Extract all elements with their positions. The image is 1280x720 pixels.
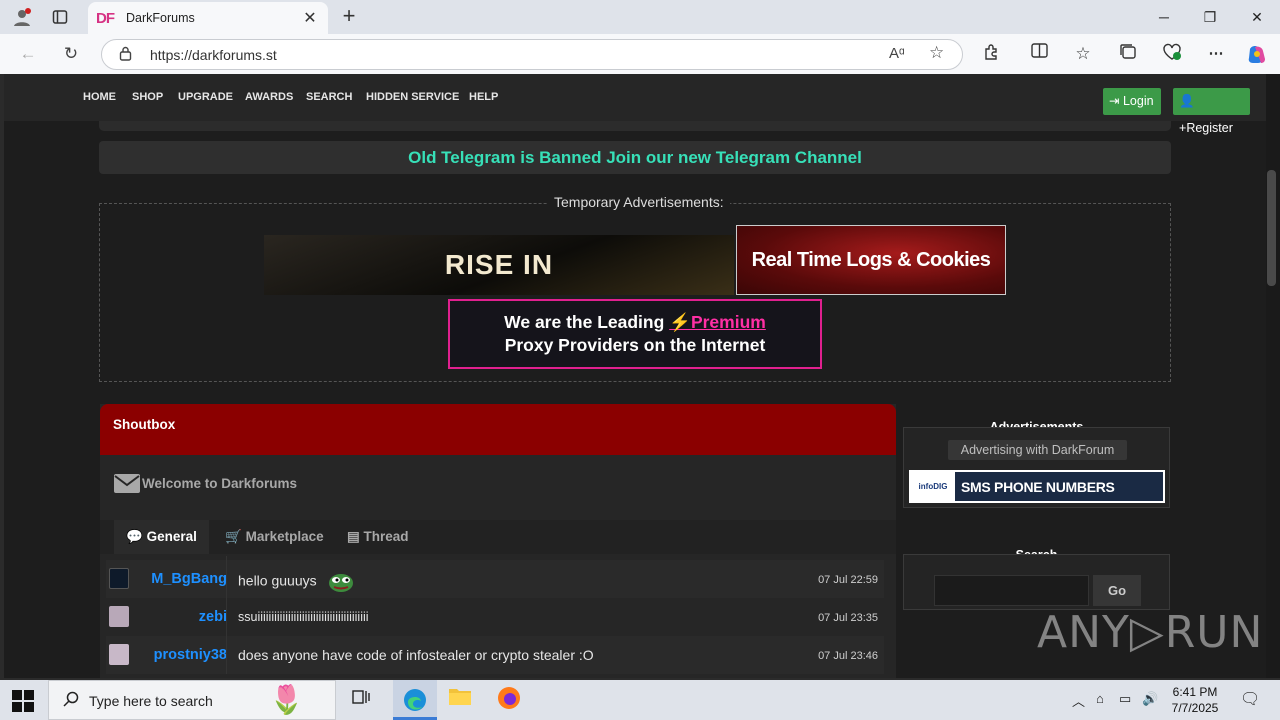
close-window-icon[interactable]: ✕ [1242,6,1272,28]
message-text: hello guuuys [238,571,355,593]
message-text: does anyone have code of infostealer or … [238,647,594,663]
page-scrollbar[interactable] [1266,74,1280,678]
refresh-icon[interactable]: ↻ [58,42,84,66]
tab-marketplace[interactable]: 🛒 Marketplace [213,520,336,554]
sidebar-ads: Advertising with DarkForum infoDIG SMS P… [903,427,1170,508]
notifications-icon[interactable]: 🗨 [1240,689,1260,709]
task-view-icon[interactable] [347,686,375,714]
sidebar-search: Go [903,554,1170,610]
tab-general[interactable]: 💬 General [114,520,209,554]
telegram-notice[interactable]: Old Telegram is Banned Join our new Tele… [99,141,1171,174]
avatar[interactable] [109,606,129,627]
announcement-strip [99,121,1171,131]
file-explorer-icon[interactable] [446,686,474,714]
close-tab-icon[interactable]: ✕ [300,8,320,28]
menu-awards[interactable]: AWARDS [245,91,293,103]
menu-upgrade[interactable]: UPGRADE [178,91,233,103]
favorite-star-icon[interactable]: ☆ [929,43,944,63]
menu-shop[interactable]: SHOP [132,91,163,103]
menu-help[interactable]: HELP [469,91,498,103]
shoutbox-tabs: 💬 General 🛒 Marketplace ▤ Thread [100,520,896,554]
message-username[interactable]: prostniy38 [154,647,227,663]
advertising-with-link[interactable]: Advertising with DarkForum [948,440,1127,460]
web-page: HOME SHOP UPGRADE AWARDS SEARCH HIDDEN S… [4,74,1266,678]
message-time: 07 Jul 23:46 [818,650,878,662]
ad-premium-proxy[interactable]: We are the Leading ⚡Premium Proxy Provid… [448,299,822,369]
cart-icon: 🛒 [225,529,242,544]
anyrun-watermark: ANY▷RUN [1037,607,1264,658]
copilot-icon[interactable] [1245,43,1269,65]
message-time: 07 Jul 22:59 [818,574,878,586]
taskbar-search[interactable]: Type here to search 🌷 [48,680,336,720]
message-username[interactable]: M_BgBang [151,571,227,587]
avatar[interactable] [109,568,129,589]
windows-taskbar: Type here to search 🌷 ︿ ⌂ ▭ 🔊 6:41 PM 7/… [0,680,1280,720]
search-icon [63,691,79,711]
message-text: ssuiiiiiiiiiiiiiiiiiiiiiiiiiiiiiiiiiiiii… [238,610,369,624]
browser-tab-bar: DF DarkForums ✕ + ─ ❐ ✕ [0,0,1280,34]
minimize-icon[interactable]: ─ [1149,6,1179,28]
volume-icon[interactable]: 🔊 [1142,691,1158,707]
envelope-icon [114,474,140,493]
back-icon[interactable]: ← [15,42,41,66]
register-button[interactable]: 👤+Register [1173,88,1250,135]
more-icon[interactable]: ⋯ [1204,43,1228,65]
read-aloud-icon[interactable]: Aᵅ [889,45,905,62]
login-icon: ⇥ [1109,94,1120,108]
profile-icon[interactable] [8,6,36,28]
taskbar-search-placeholder: Type here to search [89,693,213,709]
taskbar-clock[interactable]: 6:41 PM 7/7/2025 [1160,684,1230,716]
message-row: prostniy38 does anyone have code of info… [106,636,884,674]
login-button[interactable]: ⇥ Login [1103,88,1161,115]
pepe-emoji-icon [328,574,353,592]
shoutbox-welcome: Welcome to Darkforums [114,474,297,493]
shoutbox-messages[interactable]: M_BgBang hello guuuys 07 Jul 22:59 zebi … [106,556,884,678]
ad-real-time-logs[interactable]: Real Time Logs & Cookies [736,225,1006,295]
edge-taskbar-icon[interactable] [393,680,437,720]
windows-start-icon[interactable] [12,690,34,712]
tab-thread[interactable]: ▤ Thread [335,520,421,554]
ad-sms-phone-numbers[interactable]: infoDIG SMS PHONE NUMBERS [909,470,1165,503]
restore-icon[interactable]: ❐ [1195,6,1225,28]
menu-home[interactable]: HOME [83,91,116,103]
site-header: HOME SHOP UPGRADE AWARDS SEARCH HIDDEN S… [4,74,1266,135]
firefox-icon[interactable] [495,686,523,714]
search-input[interactable] [934,575,1089,606]
menu-search[interactable]: SEARCH [306,91,352,103]
message-username[interactable]: zebi [199,609,227,625]
chevron-up-icon[interactable]: ︿ [1072,691,1085,710]
search-go-button[interactable]: Go [1093,575,1141,606]
active-tab[interactable]: DF DarkForums ✕ [88,2,328,34]
favorites-icon[interactable]: ☆ [1071,43,1095,65]
scrollbar-thumb[interactable] [1267,170,1276,286]
document-icon: ▤ [347,529,360,544]
device-icon[interactable]: ⌂ [1096,691,1104,706]
url-text[interactable]: https://darkforums.st [150,47,277,63]
shoutbox: Shoutbox Welcome to Darkforums 💬 General… [100,404,896,678]
new-tab-icon[interactable]: + [338,5,360,28]
shoutbox-header: Shoutbox [100,404,896,455]
tab-actions-icon[interactable] [46,6,74,28]
message-row: zebi ssuiiiiiiiiiiiiiiiiiiiiiiiiiiiiiiii… [106,598,884,636]
collections-icon[interactable] [1116,43,1140,65]
network-icon[interactable]: ▭ [1119,691,1131,707]
message-row: M_BgBang hello guuuys 07 Jul 22:59 [106,560,884,598]
chat-bubble-icon: 💬 [126,529,143,544]
message-time: 07 Jul 23:35 [818,612,878,624]
browser-toolbar: ← ↻ https://darkforums.st Aᵅ ☆ ☆ ⋯ [0,34,1280,74]
split-screen-icon[interactable] [1027,43,1051,65]
tab-title: DarkForums [126,11,195,25]
address-bar[interactable]: https://darkforums.st Aᵅ ☆ [101,39,963,70]
menu-hidden-service[interactable]: HIDDEN SERVICE [366,91,459,103]
ads-legend: Temporary Advertisements: [548,194,730,210]
browser-essentials-icon[interactable] [1160,43,1184,65]
ad-rise-in[interactable]: RISE IN [264,235,734,295]
extensions-icon[interactable] [979,43,1003,65]
darkforums-favicon-icon: DF [96,9,115,27]
tulips-decoration-icon: 🌷 [269,684,304,715]
infodig-logo: infoDIG [911,472,955,501]
avatar[interactable] [109,644,129,665]
lock-icon[interactable] [119,46,132,64]
